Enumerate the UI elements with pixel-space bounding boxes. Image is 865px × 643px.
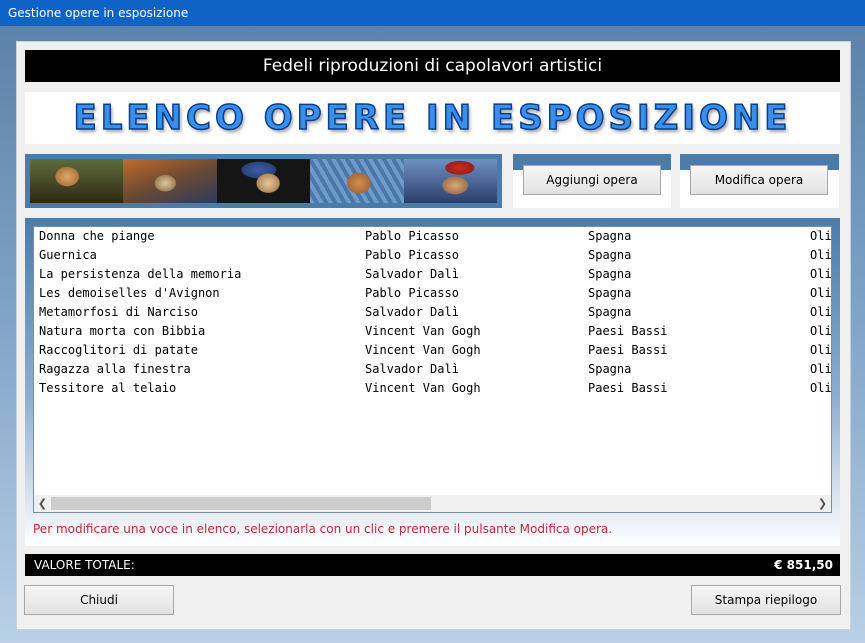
list-item[interactable]: Metamorfosi di Narciso Salvador Dalì Spa… xyxy=(34,303,832,322)
print-summary-button[interactable]: Stampa riepilogo xyxy=(691,585,841,615)
artwork-country: Spagna xyxy=(588,305,632,319)
list-item[interactable]: Tessitore al telaio Vincent Van Gogh Pae… xyxy=(34,379,832,398)
total-value: € 851,50 xyxy=(774,558,833,572)
artwork-artist: Pablo Picasso xyxy=(365,248,459,262)
artwork-technique: Oli xyxy=(810,324,832,338)
artwork-country: Spagna xyxy=(588,267,632,281)
artwork-country: Spagna xyxy=(588,229,632,243)
banner: ELENCO OPERE IN ESPOSIZIONE xyxy=(25,92,840,144)
list-item[interactable]: Ragazza alla finestra Salvador Dalì Spag… xyxy=(34,360,832,379)
artwork-title: Natura morta con Bibbia xyxy=(39,324,206,338)
edit-hint: Per modificare una voce in elenco, selez… xyxy=(33,522,613,536)
subtitle-bar: Fedeli riproduzioni di capolavori artist… xyxy=(25,50,840,82)
artwork-title: Tessitore al telaio xyxy=(39,381,177,395)
artwork-artist: Pablo Picasso xyxy=(365,286,459,300)
window-title: Gestione opere in esposizione xyxy=(0,0,865,26)
chevron-left-icon[interactable]: ❮ xyxy=(34,495,51,512)
artwork-artist: Salvador Dalì xyxy=(365,267,459,281)
the-scream-image xyxy=(123,159,217,203)
artwork-title: Ragazza alla finestra xyxy=(39,362,191,376)
artwork-title: Guernica xyxy=(39,248,97,262)
total-bar: VALORE TOTALE: € 851,50 xyxy=(25,554,840,576)
paintings-strip xyxy=(25,154,502,208)
list-item[interactable]: Donna che piange Pablo Picasso Spagna Ol… xyxy=(34,227,832,246)
artwork-title: Metamorfosi di Narciso xyxy=(39,305,198,319)
artwork-technique: Oli xyxy=(810,381,832,395)
add-artwork-button[interactable]: Aggiungi opera xyxy=(523,165,661,195)
artwork-artist: Salvador Dalì xyxy=(365,305,459,319)
artwork-country: Spagna xyxy=(588,286,632,300)
artwork-artist: Vincent Van Gogh xyxy=(365,324,481,338)
artwork-artist: Vincent Van Gogh xyxy=(365,381,481,395)
artwork-artist: Salvador Dalì xyxy=(365,362,459,376)
artwork-country: Paesi Bassi xyxy=(588,324,668,338)
list-item[interactable]: Les demoiselles d'Avignon Pablo Picasso … xyxy=(34,284,832,303)
close-button[interactable]: Chiudi xyxy=(24,585,174,615)
artwork-technique: Oli xyxy=(810,248,832,262)
list-item[interactable]: Guernica Pablo Picasso Spagna Oli xyxy=(34,246,832,265)
horizontal-scrollbar[interactable]: ❮ ❯ xyxy=(34,495,831,512)
list-item[interactable]: Natura morta con Bibbia Vincent Van Gogh… xyxy=(34,322,832,341)
artworks-list[interactable]: Donna che piange Pablo Picasso Spagna Ol… xyxy=(33,226,832,513)
artwork-technique: Oli xyxy=(810,267,832,281)
girl-with-pearl-earring-image xyxy=(216,159,311,203)
list-item[interactable]: Raccoglitori di patate Vincent Van Gogh … xyxy=(34,341,832,360)
van-gogh-self-portrait-image xyxy=(310,159,404,203)
artwork-technique: Oli xyxy=(810,229,832,243)
artwork-artist: Vincent Van Gogh xyxy=(365,343,481,357)
chevron-right-icon[interactable]: ❯ xyxy=(814,495,831,512)
artwork-country: Spagna xyxy=(588,248,632,262)
banner-title: ELENCO OPERE IN ESPOSIZIONE xyxy=(73,97,792,139)
edit-artwork-button[interactable]: Modifica opera xyxy=(690,165,828,195)
artwork-title: Donna che piange xyxy=(39,229,155,243)
scrollbar-thumb[interactable] xyxy=(51,497,431,510)
artwork-title: Raccoglitori di patate xyxy=(39,343,198,357)
list-item[interactable]: La persistenza della memoria Salvador Da… xyxy=(34,265,832,284)
artwork-country: Paesi Bassi xyxy=(588,343,668,357)
artwork-title: La persistenza della memoria xyxy=(39,267,242,281)
mona-lisa-image xyxy=(30,159,124,203)
add-button-box: Aggiungi opera xyxy=(513,154,671,208)
artwork-technique: Oli xyxy=(810,305,832,319)
edit-button-box: Modifica opera xyxy=(680,154,839,208)
artwork-technique: Oli xyxy=(810,362,832,376)
artwork-country: Paesi Bassi xyxy=(588,381,668,395)
artwork-technique: Oli xyxy=(810,343,832,357)
renaissance-portrait-image xyxy=(403,159,497,203)
artwork-title: Les demoiselles d'Avignon xyxy=(39,286,220,300)
total-label: VALORE TOTALE: xyxy=(34,558,135,572)
artwork-artist: Pablo Picasso xyxy=(365,229,459,243)
artwork-technique: Oli xyxy=(810,286,832,300)
artwork-country: Spagna xyxy=(588,362,632,376)
